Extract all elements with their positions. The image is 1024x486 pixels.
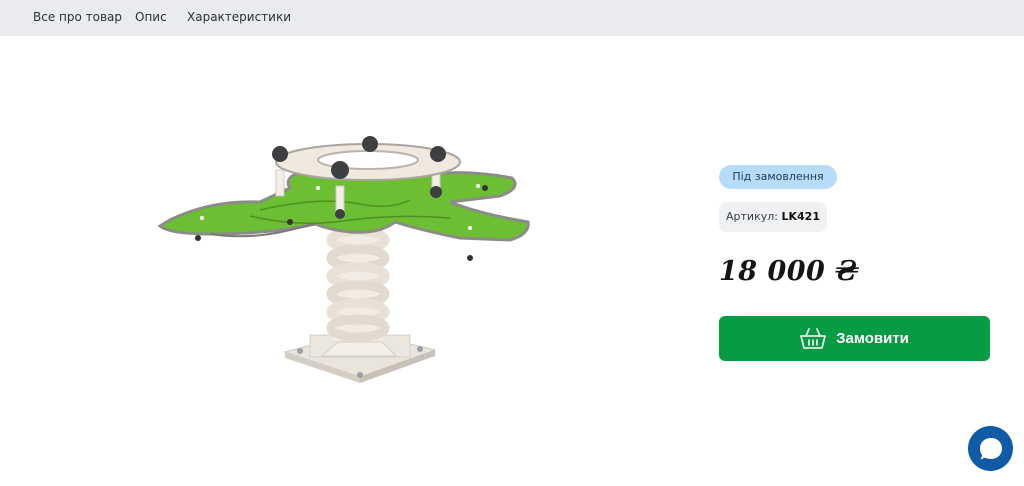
sku-value: LK421: [781, 210, 820, 223]
chat-button[interactable]: [968, 426, 1013, 471]
basket-icon: [800, 327, 826, 349]
product-image[interactable]: [150, 130, 530, 400]
availability-badge: Під замовлення: [719, 165, 837, 189]
tab-specifications[interactable]: Характеристики: [187, 10, 291, 24]
sku-label: Артикул:: [726, 210, 778, 223]
tab-all-about-product[interactable]: Все про товар: [33, 10, 122, 24]
sku-box: Артикул: LK421: [719, 202, 827, 232]
chat-bubble-icon: [979, 437, 1002, 459]
product-price: 18 000 ₴: [719, 256, 860, 287]
order-button[interactable]: Замовити: [719, 316, 990, 361]
order-button-label: Замовити: [836, 330, 909, 347]
product-tabs-bar: Все про товар Опис Характеристики: [0, 0, 1024, 36]
spring: [326, 225, 390, 342]
tab-description[interactable]: Опис: [135, 10, 167, 24]
